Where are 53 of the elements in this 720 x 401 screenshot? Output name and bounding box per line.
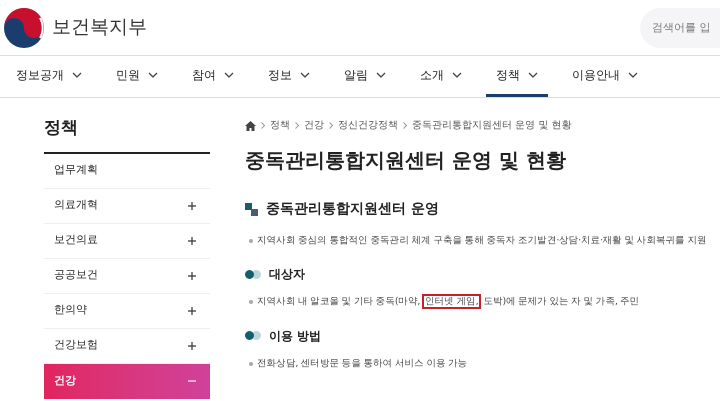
sidebar-item[interactable]: 보건의료 [44,224,210,258]
chevron-down-icon [300,72,310,78]
chevron-right-icon [329,122,333,129]
search-field[interactable]: 검색어를 입 [640,8,720,48]
site-title[interactable]: 보건복지부 [52,13,147,42]
section-heading: 이용 방법 [269,328,322,344]
toggle-dots-icon [245,331,261,340]
chevron-down-icon [376,72,386,78]
sidebar-title: 정책 [44,116,210,154]
chevron-down-icon [148,72,158,78]
bullet-text: 지역사회 중심의 통합적인 중독관리 체계 구축을 통해 중독자 조기발견·상담·치료·재활 및 사회복귀를 지원 [257,234,706,248]
plus-icon [188,342,196,350]
chevron-down-icon [452,72,462,78]
section-heading: 대상자 [269,266,305,284]
plus-icon [188,202,196,210]
sidebar-item[interactable]: 업무계획 [44,154,210,188]
chevron-right-icon [295,122,299,129]
nav-tab[interactable]: 정책 [486,56,548,97]
nav-tab[interactable]: 민원 [106,56,168,97]
breadcrumb-link[interactable]: 정책 [270,118,290,133]
nav-tab[interactable]: 정보 [258,56,320,97]
sidebar-item[interactable]: 의료개혁 [44,188,210,224]
bullet-icon [249,300,253,304]
plus-icon [188,272,196,280]
nav-tab[interactable]: 정보공개 [6,56,92,97]
nav-tab[interactable]: 참여 [182,56,244,97]
toggle-dots-icon [245,270,261,279]
home-icon[interactable] [245,120,256,130]
nav-tab[interactable]: 이용안내 [562,56,648,97]
section-heading: 중독관리통합지원센터 운영 [266,200,439,219]
nav-tab[interactable]: 소개 [410,56,472,97]
nav-tab[interactable]: 알림 [334,56,396,97]
plus-icon [188,236,196,244]
sidebar-item[interactable]: 공공보건 [44,258,210,294]
squares-icon [245,203,258,216]
chevron-right-icon [261,122,265,129]
logo-icon[interactable] [2,6,46,50]
plus-icon [188,306,196,314]
breadcrumb-link[interactable]: 중독관리통합지원센터 운영 및 현황 [412,118,572,133]
bullet-icon [249,239,253,244]
breadcrumb-link[interactable]: 건강 [304,118,324,133]
chevron-down-icon [628,72,638,78]
sidebar-item[interactable]: 한의약 [44,294,210,328]
page-title: 중독관리통합지원센터 운영 및 현황 [245,147,567,174]
bullet-text: 전화상담, 센터방문 등을 통하여 서비스 이용 가능 [257,356,468,370]
breadcrumb-link[interactable]: 정신건강정책 [338,118,398,133]
chevron-right-icon [403,122,407,129]
chevron-down-icon [528,72,538,78]
chevron-down-icon [72,72,82,78]
bullet-icon [249,362,253,366]
chevron-down-icon [224,72,234,78]
bullet-text: 지역사회 내 알코올 및 기타 중독(마약, 인터넷 게임, 도박)에 문제가 있는 자 및 가족, 주민 [257,295,640,310]
sidebar-item[interactable]: 건강 [44,364,210,398]
